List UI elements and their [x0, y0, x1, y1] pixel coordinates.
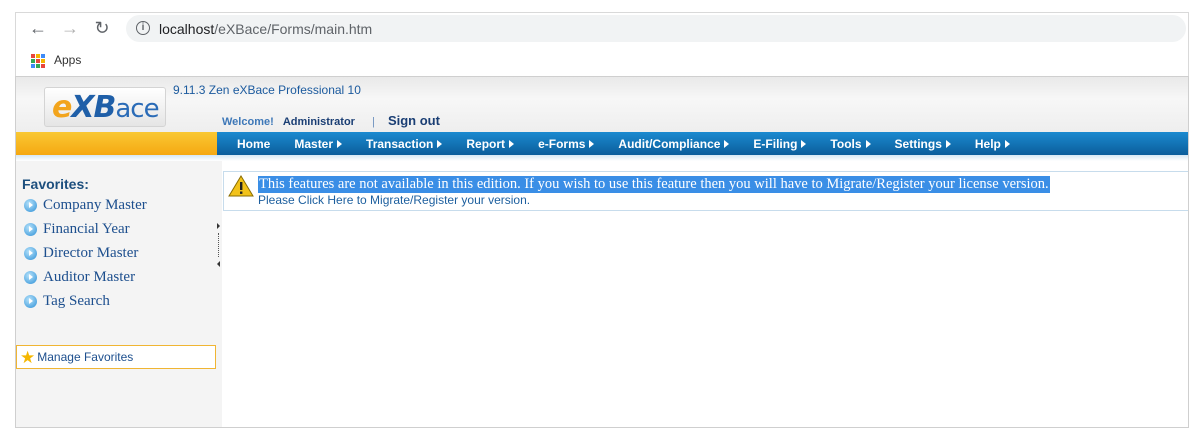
- sign-out-link[interactable]: Sign out: [388, 113, 440, 128]
- arrow-circle-icon: [24, 198, 37, 212]
- menu-help[interactable]: Help: [975, 137, 1010, 151]
- menu-e-forms[interactable]: e-Forms: [538, 136, 595, 151]
- menu-bar-gold-segment: [16, 132, 217, 155]
- submenu-arrow-icon: [724, 139, 730, 148]
- manage-favorites-label: Manage Favorites: [37, 350, 134, 364]
- url-path: /eXBace/Forms/main.htm: [214, 21, 373, 37]
- welcome-row: Welcome! Administrator | Sign out: [222, 113, 440, 128]
- expand-arrow-icon: [217, 223, 220, 229]
- submenu-arrow-icon: [437, 139, 443, 148]
- bookmarks-bar: Apps: [16, 47, 1188, 77]
- app-frame: eXBace 9.11.3 Zen eXBace Professional 10…: [15, 76, 1189, 428]
- menu-label: E-Filing: [753, 136, 798, 151]
- menu-audit-compliance[interactable]: Audit/Compliance: [618, 136, 730, 151]
- submenu-arrow-icon: [1004, 139, 1010, 148]
- submenu-arrow-icon: [589, 139, 595, 148]
- menu-label: Master: [294, 136, 334, 151]
- product-title: 9.11.3 Zen eXBace Professional 10: [173, 83, 361, 97]
- menu-label: Help: [974, 136, 1001, 151]
- menu-tools[interactable]: Tools: [830, 136, 871, 151]
- exbace-logo: eXBace: [44, 87, 166, 129]
- forward-arrow-icon[interactable]: →: [58, 16, 82, 40]
- favorite-label: Auditor Master: [43, 268, 136, 285]
- url-host: localhost: [159, 21, 215, 37]
- menu-label: Report: [466, 136, 506, 151]
- menu-label: Audit/Compliance: [618, 136, 721, 151]
- favorite-director-master[interactable]: Director Master: [24, 243, 138, 263]
- welcome-label: Welcome!: [222, 116, 274, 128]
- logo-text: eXBace: [52, 90, 160, 125]
- splitter-dots: [218, 233, 219, 257]
- back-arrow-icon[interactable]: ←: [26, 16, 50, 40]
- notice-message: This features are not available in this …: [258, 176, 1050, 193]
- favorite-label: Tag Search: [43, 292, 110, 309]
- migrate-register-link[interactable]: Please Click Here to Migrate/Register yo…: [258, 193, 530, 207]
- menu-e-filing[interactable]: E-Filing: [753, 136, 807, 151]
- app-header: eXBace 9.11.3 Zen eXBace Professional 10…: [16, 77, 1188, 132]
- menu-label: Home: [237, 136, 271, 151]
- favorites-sidebar: Favorites: Company Master Financial Year…: [16, 161, 222, 427]
- header-separator: |: [372, 116, 375, 128]
- star-icon: ★: [20, 347, 36, 367]
- favorite-tag-search[interactable]: Tag Search: [24, 291, 110, 311]
- info-icon[interactable]: i: [136, 21, 150, 35]
- submenu-arrow-icon: [509, 139, 515, 148]
- address-bar[interactable]: i localhost/eXBace/Forms/main.htm: [126, 15, 1186, 42]
- menu-label: Tools: [830, 136, 862, 151]
- arrow-circle-icon: [24, 294, 37, 308]
- main-menu-bar: Home Master Transaction Report e-Forms Audit/…: [16, 132, 1188, 155]
- menu-master[interactable]: Master: [294, 136, 343, 151]
- menu-label: Transaction: [366, 136, 434, 151]
- menu-report[interactable]: Report: [466, 136, 515, 151]
- submenu-arrow-icon: [865, 139, 871, 148]
- favorite-label: Company Master: [43, 196, 147, 213]
- submenu-arrow-icon: [337, 139, 343, 148]
- menu-home[interactable]: Home: [237, 137, 270, 151]
- arrow-circle-icon: [24, 246, 37, 260]
- favorite-label: Financial Year: [43, 220, 130, 237]
- sidebar-splitter-handle[interactable]: [216, 223, 222, 269]
- menu-settings[interactable]: Settings: [895, 137, 951, 151]
- menu-items: Home Master Transaction Report e-Forms Audit/…: [217, 132, 1188, 155]
- arrow-circle-icon: [24, 270, 37, 284]
- reload-icon[interactable]: ↻: [90, 16, 114, 40]
- submenu-arrow-icon: [945, 139, 951, 148]
- favorite-label: Director Master: [43, 244, 139, 261]
- manage-favorites-button[interactable]: ★ Manage Favorites: [16, 345, 216, 369]
- logo-e: e: [52, 90, 72, 125]
- logo-xb: XB: [71, 90, 116, 125]
- browser-chrome: ← → ↻ i localhost/eXBace/Forms/main.htm …: [15, 12, 1189, 76]
- bookmark-apps[interactable]: Apps: [54, 53, 81, 67]
- feature-unavailable-notice: This features are not available in this …: [223, 171, 1188, 211]
- favorite-auditor-master[interactable]: Auditor Master: [24, 267, 135, 287]
- arrow-circle-icon: [24, 222, 37, 236]
- collapse-arrow-icon: [217, 261, 220, 267]
- logo-ace: ace: [115, 94, 159, 124]
- favorite-company-master[interactable]: Company Master: [24, 195, 147, 215]
- warning-icon: [228, 175, 254, 197]
- menu-label: e-Forms: [538, 136, 586, 151]
- submenu-arrow-icon: [801, 139, 807, 148]
- user-name: Administrator: [282, 116, 355, 128]
- url-text[interactable]: localhost/eXBace/Forms/main.htm: [159, 21, 372, 37]
- favorites-heading: Favorites:: [22, 176, 89, 192]
- apps-grid-icon[interactable]: [31, 54, 45, 68]
- menu-transaction[interactable]: Transaction: [366, 136, 443, 151]
- favorite-financial-year[interactable]: Financial Year: [24, 219, 130, 239]
- menu-label: Settings: [894, 136, 942, 151]
